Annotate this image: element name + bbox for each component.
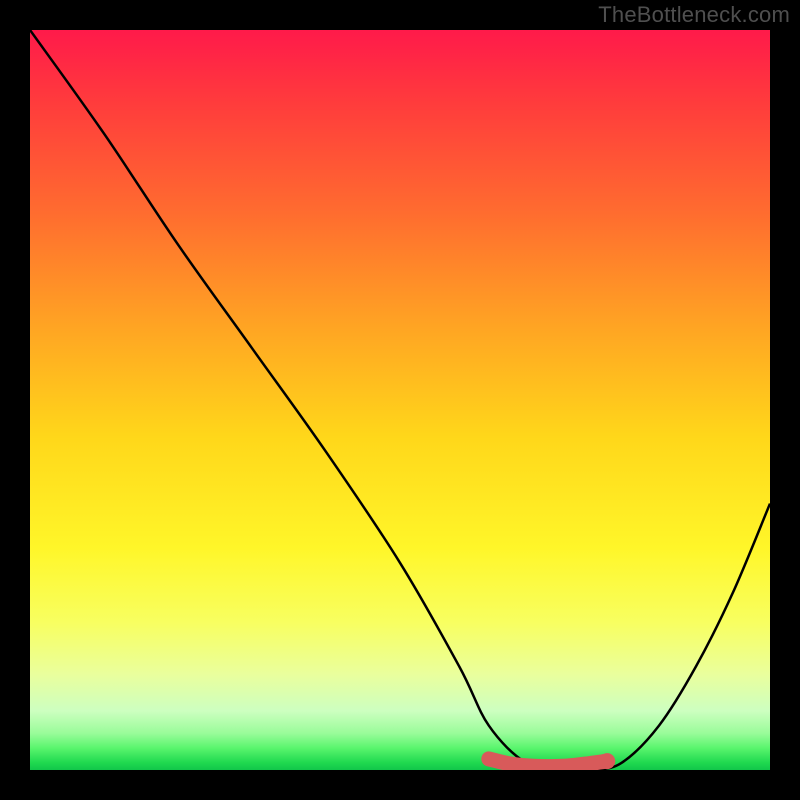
chart-container: TheBottleneck.com (0, 0, 800, 800)
optimal-highlight (489, 759, 607, 767)
plot-area (30, 30, 770, 770)
attribution-text: TheBottleneck.com (598, 2, 790, 28)
highlight-end-dot (599, 753, 615, 769)
curve-overlay (30, 30, 770, 770)
bottleneck-curve (30, 30, 770, 770)
